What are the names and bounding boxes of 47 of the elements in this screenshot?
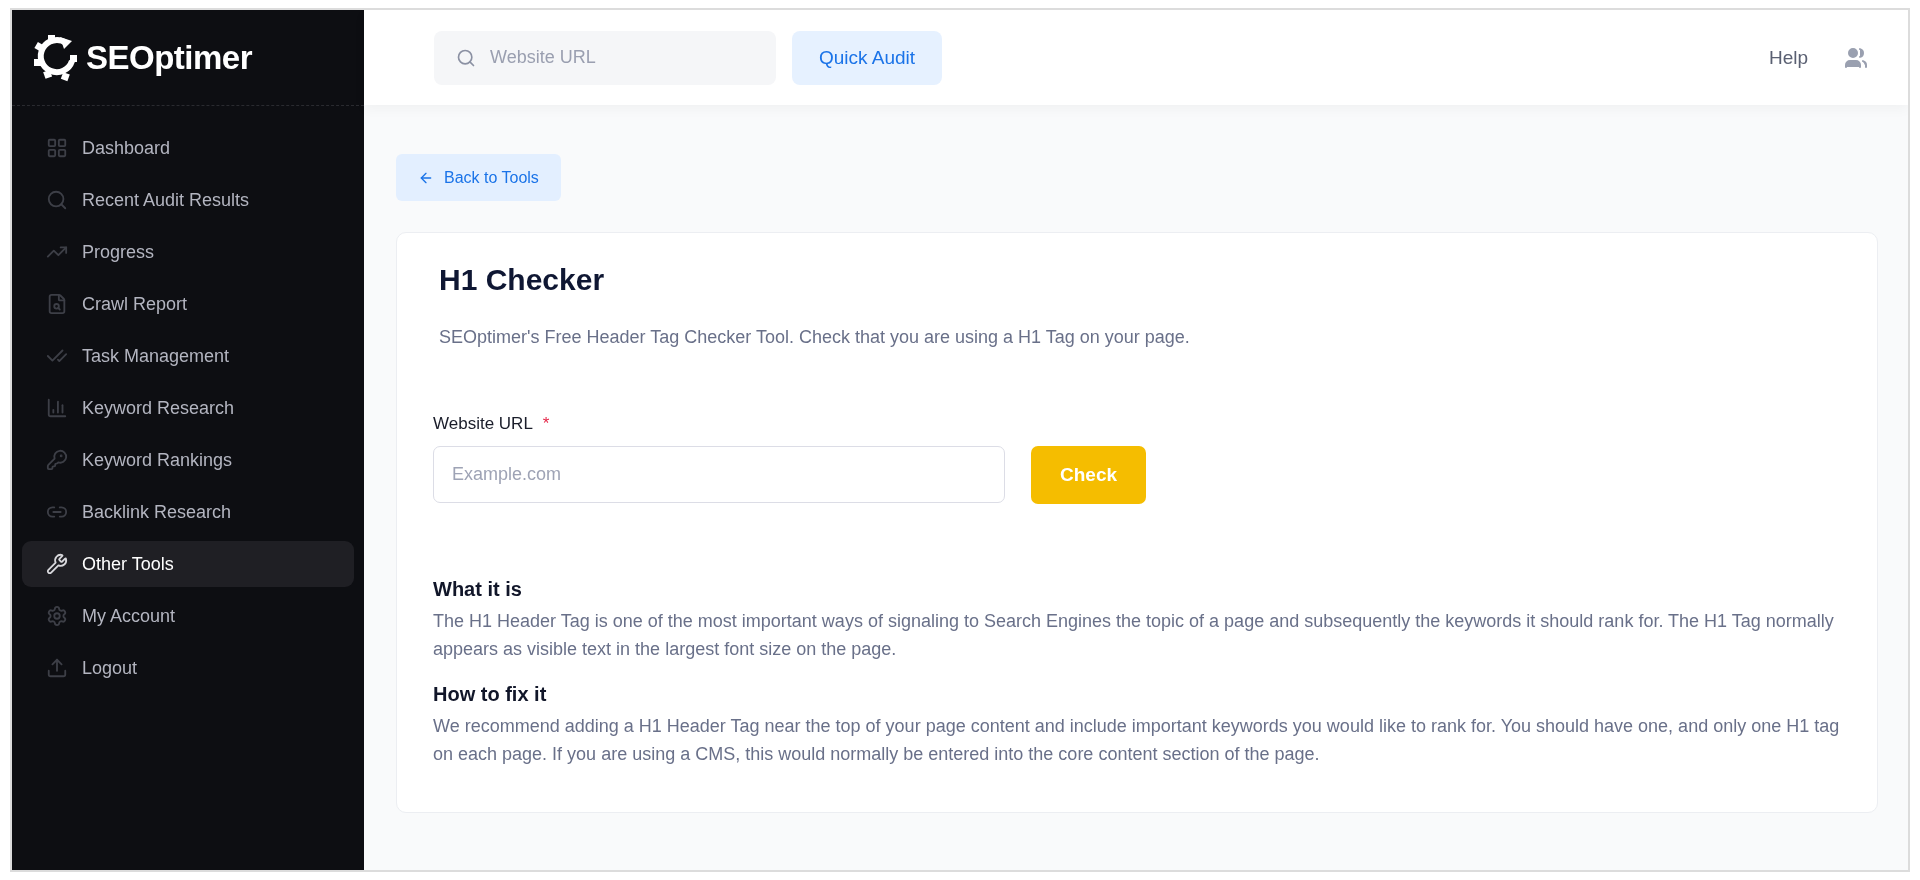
sidebar-item-label: Keyword Research (82, 397, 235, 419)
page-title: H1 Checker (439, 263, 606, 297)
sidebar-item-label: Keyword Rankings (82, 449, 233, 471)
gear-logo-icon (32, 32, 80, 83)
sidebar-item-label: Progress (82, 241, 155, 263)
key-icon (46, 449, 68, 471)
section-heading: How to fix it (433, 683, 548, 706)
upload-icon (46, 657, 68, 679)
sidebar-item[interactable]: Keyword Research (22, 385, 354, 431)
description: SEOptimer's Free Header Tag Checker Tool. Check that you are using a H1 Tag on your page. (439, 327, 1191, 348)
sidebar-item[interactable]: Dashboard (22, 125, 354, 171)
bar-chart-icon (46, 397, 68, 419)
sidebar-item[interactable]: Backlink Research (22, 489, 354, 535)
quick-audit-button[interactable]: Quick Audit (792, 30, 943, 85)
user-icon[interactable] (1844, 45, 1868, 70)
sidebar-item[interactable]: Progress (22, 229, 354, 275)
sidebar-item[interactable]: Task Management (22, 333, 354, 379)
wrench-icon (46, 553, 68, 575)
document-icon (46, 293, 68, 315)
sidebar-item-label: Backlink Research (82, 501, 232, 523)
sidebar-item[interactable]: My Account (22, 593, 354, 639)
search-icon (46, 189, 68, 211)
sidebar-item-label: Dashboard (82, 137, 171, 159)
sidebar-item-label: Crawl Report (82, 293, 188, 315)
search-field[interactable]: Website URL (434, 30, 776, 85)
sidebar-item-label: My Account (82, 605, 176, 627)
sidebar-item-label: Other Tools (82, 553, 174, 575)
settings-icon (46, 605, 68, 627)
back-button[interactable]: Back to Tools (396, 154, 561, 201)
grid-icon (46, 137, 68, 159)
sidebar-item-label: Task Management (82, 345, 230, 367)
url-input-field[interactable]: Example.com (433, 446, 1005, 503)
sidebar-item[interactable]: Logout (22, 645, 354, 691)
section-text: We recommend adding a H1 Header Tag near the top of your page content and include important keywords you would like to rank for. You should have one, and only one H1 tag on each page. If you are using a CMS, this would normally be entered into the core content section of the page. (433, 715, 1841, 766)
brand-name: SEOptimer (86, 38, 253, 77)
sidebar-item-label: Logout (82, 657, 138, 679)
help-link[interactable]: Help (1768, 46, 1808, 69)
sidebar-item[interactable]: Keyword Rankings (22, 437, 354, 483)
required-mark: * (542, 414, 550, 434)
sidebar-item-label: Recent Audit Results (82, 189, 250, 211)
search-icon (456, 47, 476, 68)
section-text: The H1 Header Tag is one of the most important ways of signaling to Search Engines the topic of a page and subsequently the keywords it should rank for. The H1 Tag normally appears as visible text in the largest font size on the page. (433, 610, 1835, 661)
field-label: Website URL (433, 414, 533, 434)
sidebar-item[interactable]: Recent Audit Results (22, 177, 354, 223)
sidebar-item[interactable]: Other Tools (22, 541, 354, 587)
sidebar-item[interactable]: Crawl Report (22, 281, 354, 327)
section-heading: What it is (433, 578, 523, 601)
